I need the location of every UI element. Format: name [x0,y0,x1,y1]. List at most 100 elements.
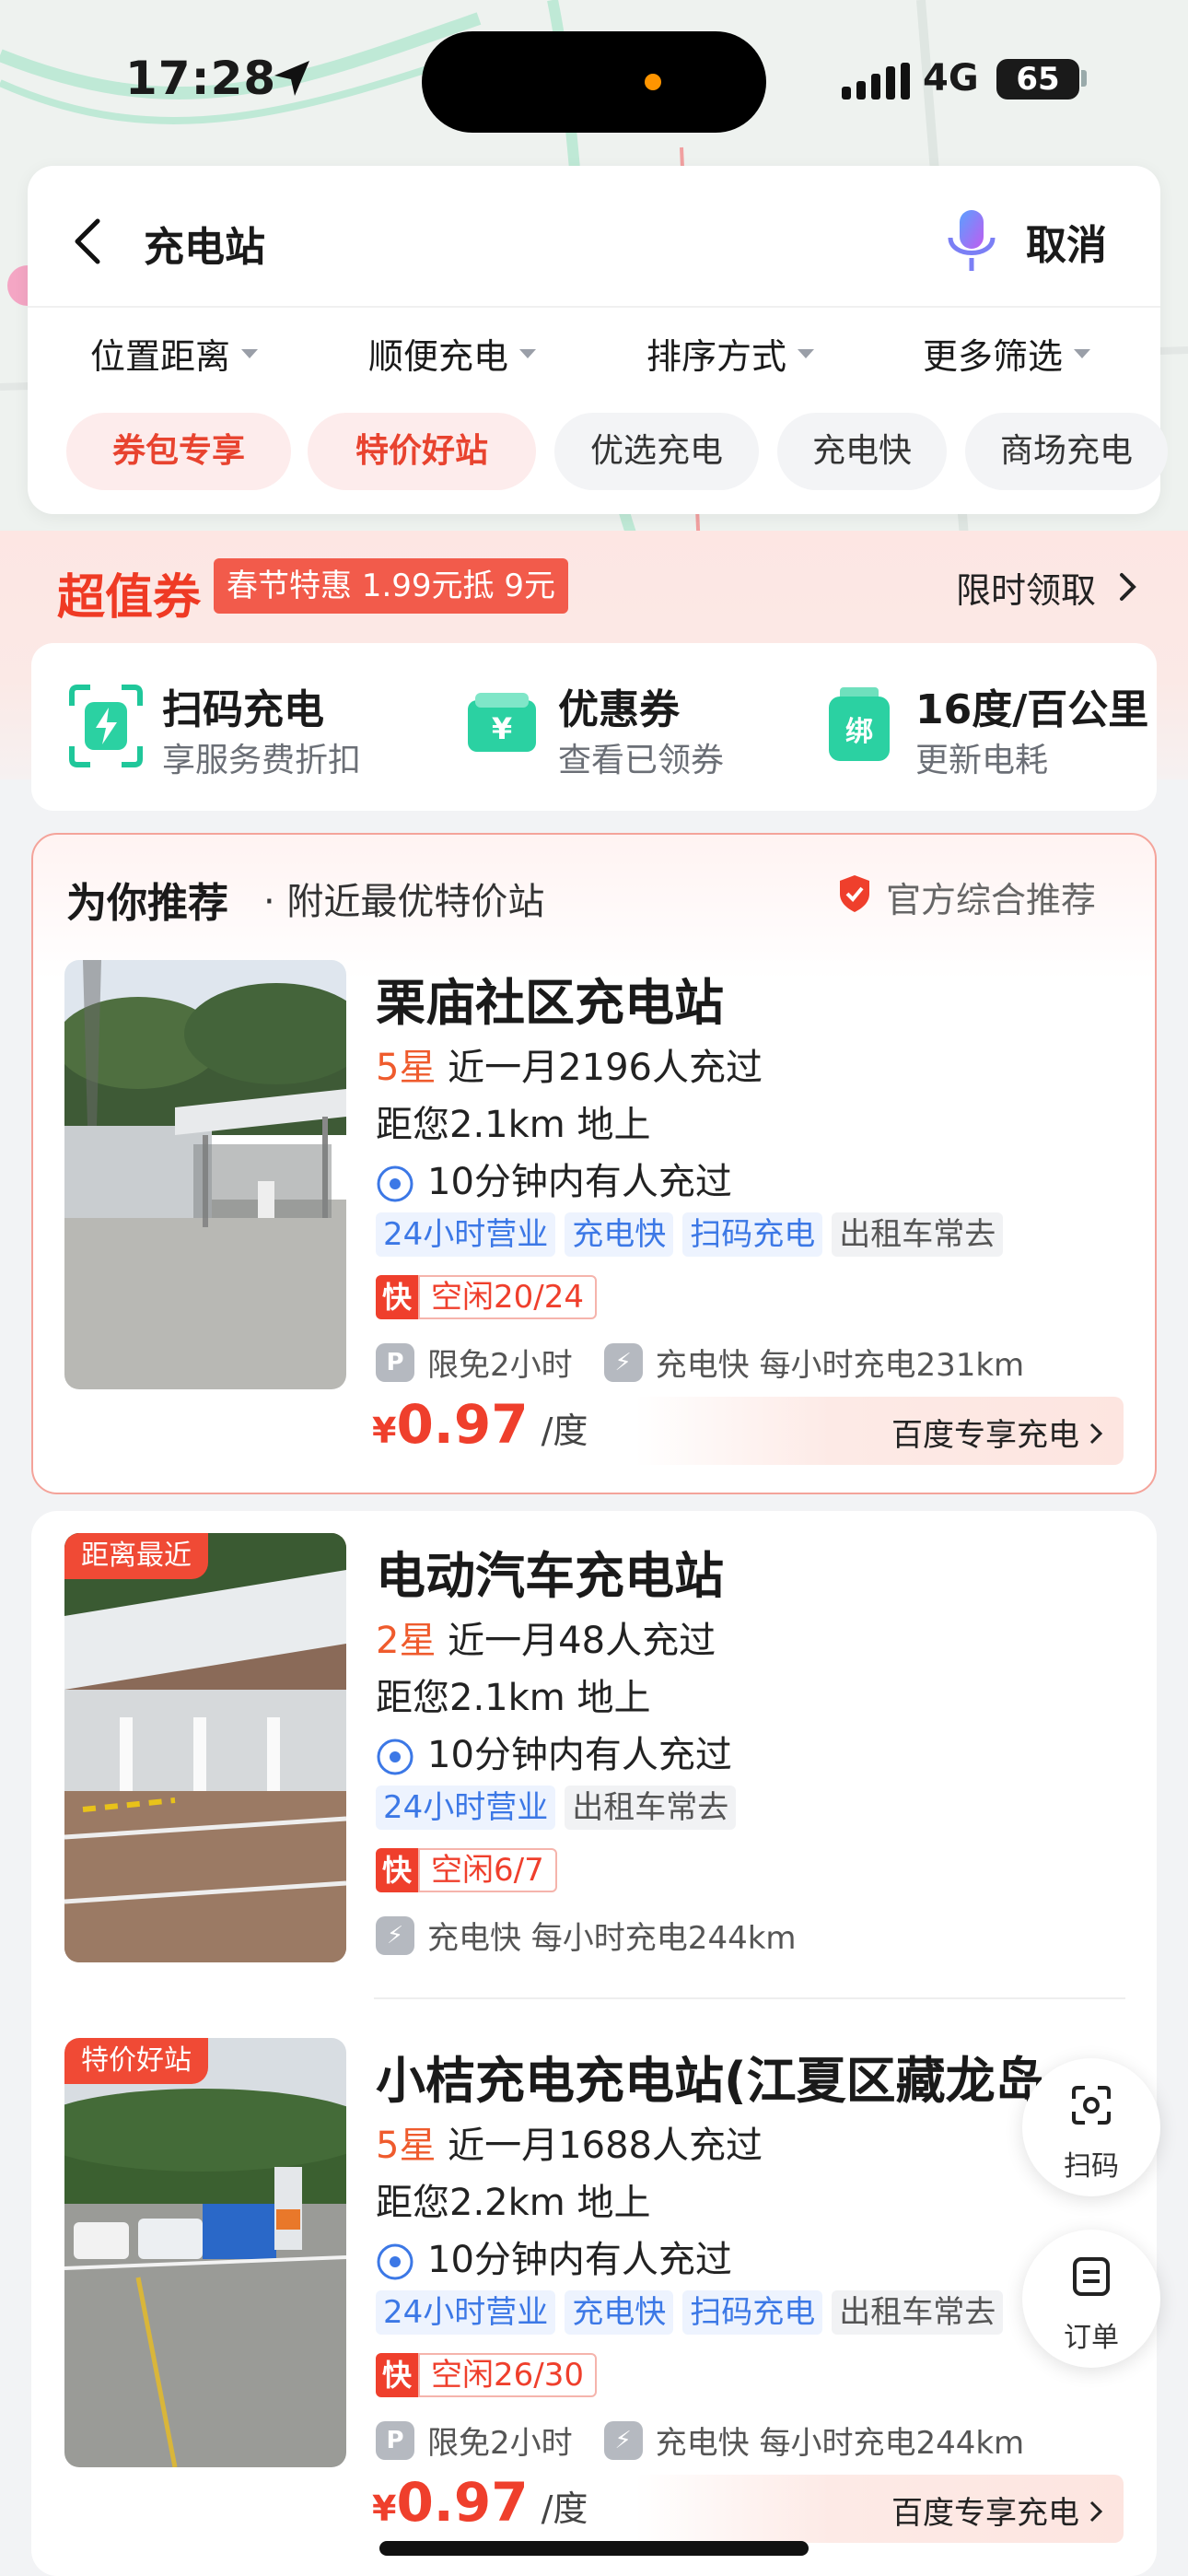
station-perks: P 限免2小时 ⚡ 充电快 每小时充电244km [376,2418,1024,2463]
price-value: 0.97 [396,1393,529,1456]
filter-sort[interactable]: 排序方式 [646,328,815,379]
idle-count: 空闲6/7 [418,1848,557,1892]
service-subtitle: 查看已领券 [558,742,725,779]
station-perks: P 限免2小时 ⚡ 充电快 每小时充电231km [376,1340,1024,1385]
chip-preferred[interactable]: 优选充电 [554,413,759,490]
idle-count: 空闲20/24 [418,1275,597,1319]
currency: ¥ [372,1411,397,1451]
station-photo: 距离最近 [64,1533,346,1962]
parking-icon: P [376,1342,414,1382]
chip-coupon-exclusive[interactable]: 券包专享 [66,413,291,490]
orders-fab-label: 订单 [1064,2322,1119,2354]
service-title: 扫码充电 [162,686,324,733]
filter-more[interactable]: 更多筛选 [923,328,1091,379]
filter-label: 更多筛选 [923,336,1064,377]
station-recent: 10分钟内有人充过 [427,1734,732,1776]
filter-location-distance[interactable]: 位置距离 [90,328,259,379]
chip-deal-stations[interactable]: 特价好站 [308,413,536,490]
station-stars: 5星 [376,1047,437,1089]
battery-level: 65 [1016,61,1060,98]
station-rating-line: 5星 近一月1688人充过 [376,2115,763,2169]
station-recent-line: 10分钟内有人充过 [376,2230,732,2283]
tag-24h: 24小时营业 [376,2290,556,2335]
currency: ¥ [372,2488,397,2529]
shield-check-icon [840,875,869,912]
caret-down-icon [241,348,259,358]
fast-badge: 快 [376,1848,418,1892]
filter-label: 位置距离 [90,336,231,377]
station-tags: 24小时营业 充电快 扫码充电 出租车常去 [376,1212,1012,1259]
tag-24h: 24小时营业 [376,1212,556,1257]
tag-scan: 扫码充电 [682,1212,823,1257]
station-name: 电动汽车充电站 [376,1547,724,1605]
scan-charge-icon [69,685,143,767]
availability: 快 空闲26/30 [376,2353,597,2397]
page-title: 充电站 [144,224,265,271]
back-arrow-icon[interactable] [70,214,107,269]
station-recent-line: 10分钟内有人充过 [376,1152,732,1205]
idle-count: 空闲26/30 [418,2353,597,2397]
station-distance: 距您2.1km 地上 [376,1104,651,1146]
recommend-subheading: · 附近最优特价站 [263,881,545,923]
price: ¥ 0.97 /度 [372,1393,588,1456]
station-stats: 近一月2196人充过 [448,1047,763,1089]
parking-icon: P [376,2420,414,2460]
chip-mall-charge[interactable]: 商场充电 [965,413,1168,490]
status-bar: 17:28 4G 65 [0,0,1188,157]
battery-icon: 65 [996,59,1079,100]
orders-fab[interactable]: 订单 [1022,2230,1160,2368]
tag-fast: 充电快 [565,2290,674,2335]
fast-shield-icon: ⚡ [603,1342,643,1382]
deal-station-badge: 特价好站 [64,2038,208,2084]
scan-fab[interactable]: 扫码 [1022,2058,1160,2196]
station-photo: 特价好站 [64,2038,346,2467]
station-tags: 24小时营业 出租车常去 [376,1786,745,1832]
service-energy-consumption[interactable]: 绑 16度/百公里 更新电耗 [820,676,1157,779]
coupon-icon: ¥ [468,693,536,752]
privacy-indicator-dot [645,74,661,90]
station-tags: 24小时营业 充电快 扫码充电 出租车常去 [376,2290,1012,2336]
chevron-right-icon [1089,1423,1103,1445]
battery-cap [1081,70,1087,87]
fast-shield-icon: ⚡ [603,2420,643,2460]
claim-coupon-link[interactable]: 限时领取 [956,562,1096,613]
service-coupons[interactable]: ¥ 优惠券 查看已领券 [462,676,757,779]
service-title: 优惠券 [558,686,680,733]
station-distance: 距您2.2km 地上 [376,2182,651,2224]
station-rating-line: 5星 近一月2196人充过 [376,1037,763,1091]
coupon-promo-tag: 春节特惠 1.99元抵 9元 [214,558,568,614]
recent-activity-icon [377,2243,413,2280]
fast-shield-icon: ⚡ [376,1915,414,1955]
exclusive-charge-link[interactable]: 百度专享充电 [635,1397,1124,1465]
filter-bar: 位置距离 顺便充电 排序方式 更多筛选 [28,328,1160,383]
home-indicator[interactable] [379,2541,809,2556]
orders-icon [1073,2257,1110,2296]
price: ¥ 0.97 /度 [372,2471,588,2534]
bind-icon-glyph: 绑 [845,716,873,748]
fast-badge: 快 [376,2353,418,2397]
service-title: 16度/百公里 [915,686,1149,733]
exclusive-label-wrap: 百度专享充电 [891,2488,1103,2533]
station-name: 小桔充电充电站(江夏区藏龙岛... [376,2052,1102,2110]
chip-fast-charge[interactable]: 充电快 [777,413,947,490]
speed-perk: 充电快 每小时充电231km [655,1347,1025,1384]
price-value: 0.97 [396,2471,529,2534]
station-recent: 10分钟内有人充过 [427,1161,732,1203]
filter-on-the-way[interactable]: 顺便充电 [368,328,537,379]
recommend-heading: 为你推荐 [66,880,228,927]
speed-perk: 充电快 每小时充电244km [427,1920,797,1957]
network-type: 4G [923,57,979,100]
recent-activity-icon [377,1739,413,1775]
parking-perk: 限免2小时 [427,2425,573,2462]
station-stats: 近一月1688人充过 [448,2125,763,2167]
nearest-badge: 距离最近 [64,1533,208,1579]
exclusive-label-wrap: 百度专享充电 [891,1410,1103,1455]
cancel-button[interactable]: 取消 [1026,212,1107,271]
official-recommend-label: 官方综合推荐 [886,880,1097,920]
station-perks: ⚡ 充电快 每小时充电244km [376,1913,797,1958]
exclusive-charge-link[interactable]: 百度专享充电 [635,2475,1124,2543]
microphone-icon[interactable] [939,205,1004,278]
scan-icon [1072,2086,1111,2125]
service-scan-charge[interactable]: 扫码充电 享服务费折扣 [66,676,398,779]
filter-label: 排序方式 [646,336,787,377]
